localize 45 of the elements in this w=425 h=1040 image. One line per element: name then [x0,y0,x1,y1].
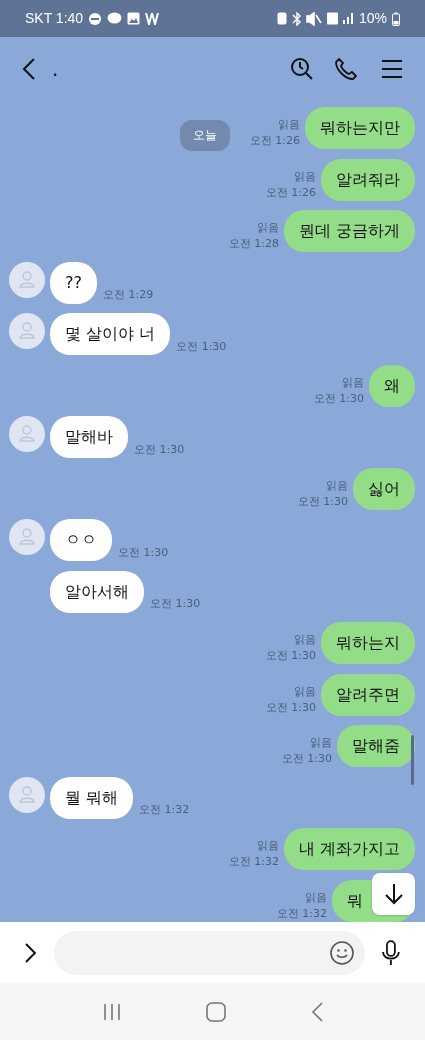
message-time: 오전 1:30 [265,699,316,716]
message-time: 오전 1:30 [176,338,227,355]
message-bubble: 싫어 [353,467,415,510]
message-time: 오전 1:30 [297,493,348,510]
read-label: 읽음 [310,735,332,751]
message-bubble: 뭐하는지만 [305,107,415,149]
status-time: SKT 1:40 [25,9,84,28]
date-chip: 오늘 [179,119,230,151]
message-time: 오전 1:32 [276,905,327,922]
message-bubble: ㅇㅇ [50,519,112,561]
message-time: 오전 1:30 [150,596,201,612]
read-label: 읽음 [294,683,316,700]
read-label: 읽음 [278,117,300,133]
message-time: 오전 1:26 [265,184,316,201]
message-bubble: 알려주면 [321,673,415,716]
message-bubble: 몇 살이야 너 [50,313,171,355]
message-bubble: 뭔데 궁금하게 [283,210,415,252]
read-label: 읽음 [256,220,279,236]
read-label: 읽음 [294,632,316,648]
message-time: 오전 1:30 [265,648,316,664]
message-bubble: ?? [50,261,97,304]
message-time: 오전 1:30 [313,390,364,407]
message-time: 오전 1:26 [249,133,300,149]
message-time: 오전 1:30 [118,544,169,561]
message-time: 오전 1:29 [103,287,154,303]
message-bubble: 내 계좌가지고 [283,828,415,870]
message-bubble: 알려줘라 [321,158,415,201]
read-label: 읽음 [305,889,327,906]
message-time: 오전 1:30 [134,441,185,458]
read-label: 읽음 [294,168,316,185]
read-label: 읽음 [342,374,364,391]
read-label: 읽음 [326,477,348,494]
message-time: 오전 1:28 [228,236,279,252]
message-time: 오전 1:30 [281,751,332,767]
message-bubble: 뭘 뭐해 [50,776,134,819]
message-time: 오전 1:32 [228,854,279,870]
message-bubble: 말해바 [50,416,128,458]
message-bubble: 왜 [369,364,415,407]
message-bubble: 알아서해 [50,570,144,613]
chat-title: . [52,55,59,83]
read-label: 읽음 [256,838,279,854]
message-time: 오전 1:32 [139,802,190,818]
message-bubble: 말해줌 [337,725,415,767]
message-bubble: 뭐하는지 [321,622,415,664]
battery-level: 10% [358,9,387,28]
